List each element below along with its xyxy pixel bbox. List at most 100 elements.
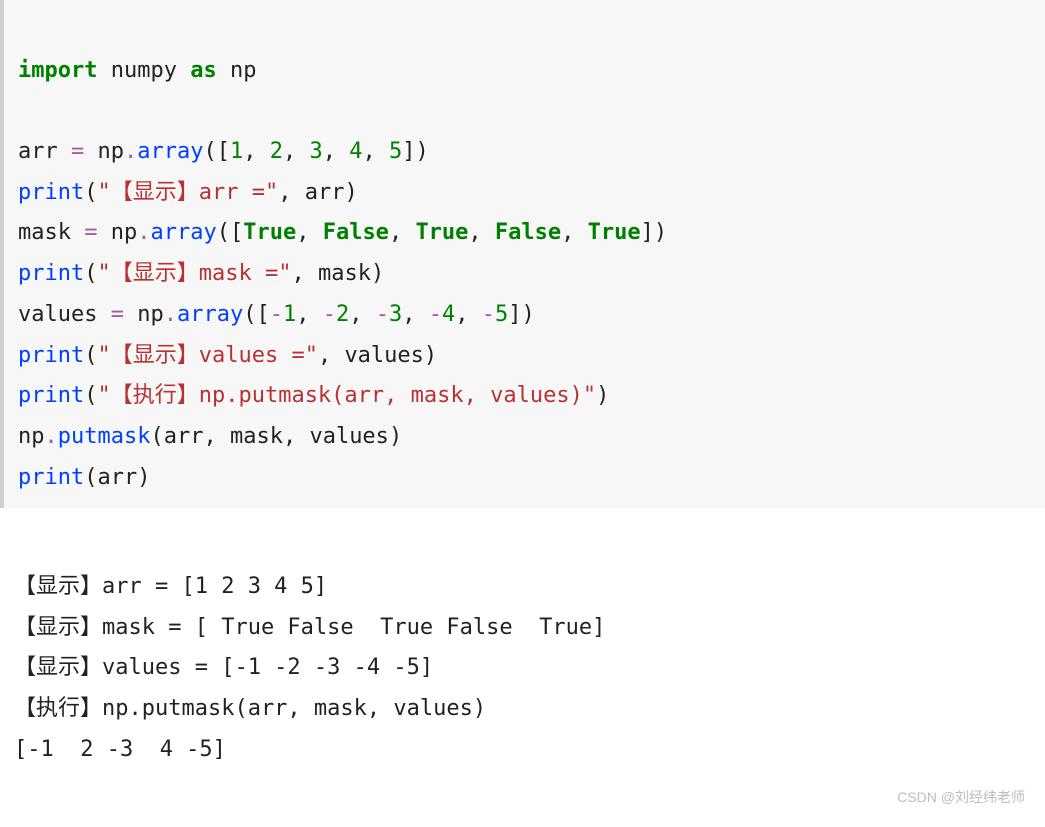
fn-print: print: [18, 465, 84, 490]
id-arr: arr: [97, 465, 137, 490]
rparen: ): [415, 139, 428, 164]
rparen: ): [344, 180, 357, 205]
comma: ,: [283, 424, 310, 449]
id-arr: arr: [164, 424, 204, 449]
lparen: (: [243, 302, 256, 327]
output-line-4: 【执行】np.putmask(arr, mask, values): [14, 696, 486, 721]
comma: ,: [296, 220, 323, 245]
id-values: values: [344, 343, 423, 368]
rparen: ): [654, 220, 667, 245]
lparen: (: [150, 424, 163, 449]
bool-true: True: [588, 220, 641, 245]
bool-false: False: [495, 220, 561, 245]
id-np: np: [98, 139, 125, 164]
id-values: values: [309, 424, 388, 449]
output-line-2: 【显示】mask = [ True False True False True]: [14, 615, 605, 640]
bool-true: True: [415, 220, 468, 245]
num-3: 3: [389, 302, 402, 327]
fn-putmask: putmask: [58, 424, 151, 449]
str-values: "【显示】values =": [97, 343, 317, 368]
str-exec: "【执行】np.putmask(arr, mask, values)": [97, 383, 596, 408]
lbracket: [: [217, 139, 230, 164]
id-mask: mask: [318, 261, 371, 286]
num-1: 1: [283, 302, 296, 327]
id-np: np: [111, 220, 138, 245]
lparen: (: [217, 220, 230, 245]
comma: ,: [561, 220, 588, 245]
watermark-label: CSDN @刘经纬老师: [897, 787, 1025, 807]
num-4: 4: [442, 302, 455, 327]
code-line-11: print(arr): [18, 465, 150, 490]
num-3: 3: [309, 139, 322, 164]
lparen: (: [84, 465, 97, 490]
op-minus: -: [270, 302, 283, 327]
code-line-6: print("【显示】mask =", mask): [18, 261, 384, 286]
fn-print: print: [18, 343, 84, 368]
fn-array: array: [177, 302, 243, 327]
comma: ,: [203, 424, 230, 449]
comma: ,: [278, 180, 305, 205]
id-arr: arr: [18, 139, 58, 164]
lparen: (: [203, 139, 216, 164]
id-np: np: [18, 424, 45, 449]
id-np: np: [230, 58, 257, 83]
lparen: (: [84, 261, 97, 286]
rparen: ): [137, 465, 150, 490]
code-line-4: print("【显示】arr =", arr): [18, 180, 358, 205]
op-minus: -: [429, 302, 442, 327]
rparen: ): [521, 302, 534, 327]
comma: ,: [243, 139, 270, 164]
fn-print: print: [18, 180, 84, 205]
op-dot: .: [45, 424, 58, 449]
lparen: (: [84, 180, 97, 205]
op-dot: .: [164, 302, 177, 327]
comma: ,: [402, 302, 429, 327]
comma: ,: [283, 139, 310, 164]
rbracket: ]: [402, 139, 415, 164]
bool-false: False: [323, 220, 389, 245]
id-numpy: numpy: [111, 58, 177, 83]
num-5: 5: [389, 139, 402, 164]
code-line-3: arr = np.array([1, 2, 3, 4, 5]): [18, 139, 429, 164]
code-line-8: print("【显示】values =", values): [18, 343, 437, 368]
comma: ,: [323, 139, 350, 164]
num-2: 2: [336, 302, 349, 327]
rparen: ): [389, 424, 402, 449]
op-minus: -: [323, 302, 336, 327]
code-line-9: print("【执行】np.putmask(arr, mask, values)…: [18, 383, 609, 408]
code-block: import numpy as np arr = np.array([1, 2,…: [0, 0, 1045, 508]
comma: ,: [296, 302, 323, 327]
comma: ,: [349, 302, 376, 327]
id-mask: mask: [18, 220, 71, 245]
op-eq: =: [71, 139, 84, 164]
fn-array: array: [150, 220, 216, 245]
kw-import: import: [18, 58, 97, 83]
code-line-1: import numpy as np: [18, 58, 256, 83]
id-values: values: [18, 302, 97, 327]
comma: ,: [455, 302, 482, 327]
str-arr: "【显示】arr =": [97, 180, 278, 205]
num-5: 5: [495, 302, 508, 327]
comma: ,: [318, 343, 345, 368]
rbracket: ]: [508, 302, 521, 327]
output-line-1: 【显示】arr = [1 2 3 4 5]: [14, 574, 327, 599]
op-minus: -: [376, 302, 389, 327]
fn-array: array: [137, 139, 203, 164]
code-line-7: values = np.array([-1, -2, -3, -4, -5]): [18, 302, 535, 327]
id-arr: arr: [305, 180, 345, 205]
lbracket: [: [256, 302, 269, 327]
num-2: 2: [270, 139, 283, 164]
op-dot: .: [124, 139, 137, 164]
comma: ,: [291, 261, 318, 286]
fn-print: print: [18, 383, 84, 408]
rparen: ): [596, 383, 609, 408]
num-1: 1: [230, 139, 243, 164]
comma: ,: [362, 139, 389, 164]
lparen: (: [84, 343, 97, 368]
fn-print: print: [18, 261, 84, 286]
comma: ,: [389, 220, 416, 245]
op-dot: .: [137, 220, 150, 245]
op-eq: =: [111, 302, 124, 327]
code-line-10: np.putmask(arr, mask, values): [18, 424, 402, 449]
id-np: np: [137, 302, 164, 327]
